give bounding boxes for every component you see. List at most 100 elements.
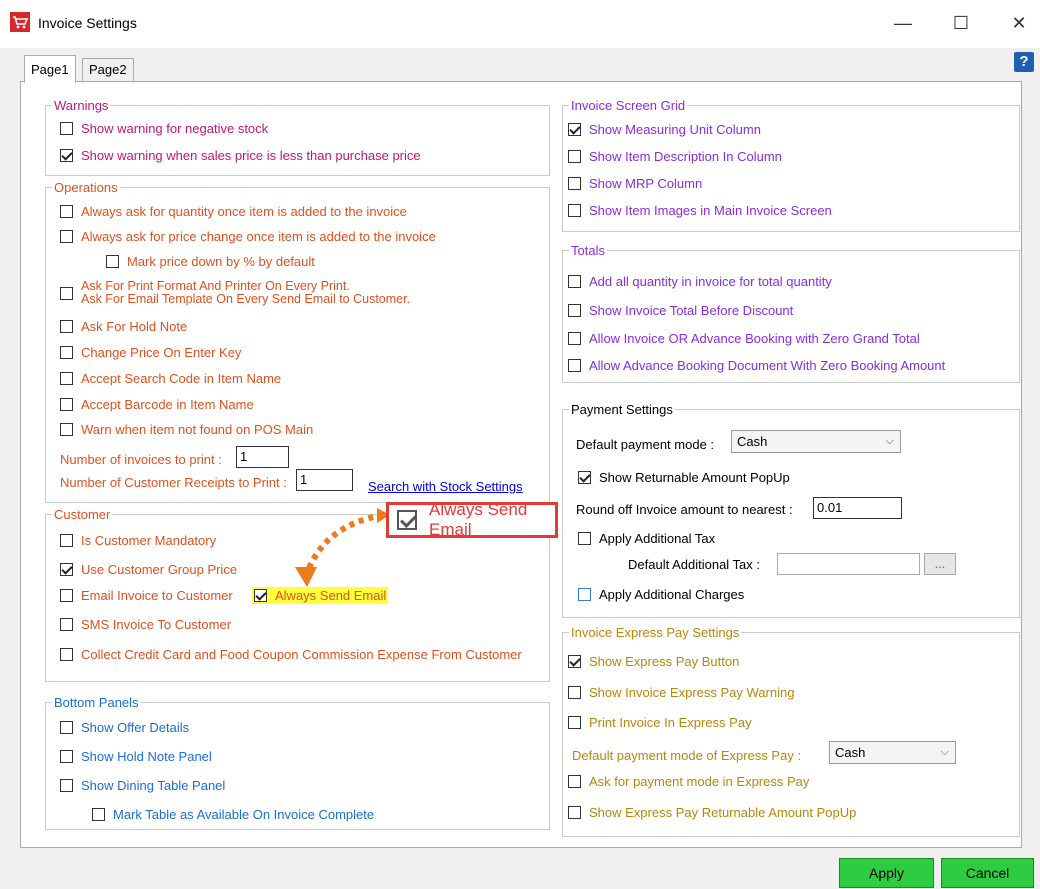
minimize-button[interactable]: — [880, 6, 926, 40]
checkbox[interactable] [60, 286, 73, 300]
express-show-warning[interactable]: Show Invoice Express Pay Warning [568, 685, 794, 700]
tab-page2[interactable]: Page2 [82, 58, 134, 81]
checkbox[interactable] [568, 304, 581, 317]
close-button[interactable]: ✕ [996, 6, 1040, 40]
checkbox[interactable] [568, 806, 581, 819]
checkbox[interactable] [60, 205, 73, 218]
checkbox[interactable] [568, 123, 581, 136]
cust-sms-invoice[interactable]: SMS Invoice To Customer [60, 617, 231, 632]
apply-button[interactable]: Apply [839, 858, 934, 888]
cust-collect-commission[interactable]: Collect Credit Card and Food Coupon Comm… [60, 647, 522, 662]
checkbox[interactable] [60, 122, 73, 135]
checkbox[interactable] [60, 648, 73, 661]
express-show-button[interactable]: Show Express Pay Button [568, 654, 739, 669]
operations-legend: Operations [54, 180, 118, 195]
totals-before-discount[interactable]: Show Invoice Total Before Discount [568, 303, 793, 318]
checkbox[interactable] [568, 177, 581, 190]
cancel-button[interactable]: Cancel [941, 858, 1034, 888]
op-accept-search-code[interactable]: Accept Search Code in Item Name [60, 371, 281, 386]
bp-hold-note[interactable]: Show Hold Note Panel [60, 749, 212, 764]
checkbox[interactable] [578, 532, 591, 545]
op-warn-not-found[interactable]: Warn when item not found on POS Main [60, 422, 313, 437]
checkbox[interactable] [568, 775, 581, 788]
apply-additional-charges[interactable]: Apply Additional Charges [578, 587, 744, 602]
checkbox[interactable] [106, 255, 119, 268]
grid-measuring-unit[interactable]: Show Measuring Unit Column [568, 122, 761, 137]
checkbox[interactable] [568, 655, 581, 668]
totals-add-quantity[interactable]: Add all quantity in invoice for total qu… [568, 274, 832, 289]
apply-additional-tax[interactable]: Apply Additional Tax [578, 531, 715, 546]
num-invoices-input[interactable]: 1 [236, 446, 289, 468]
checkbox[interactable] [568, 686, 581, 699]
num-receipts-input[interactable]: 1 [296, 469, 353, 491]
cart-icon [10, 12, 30, 32]
checkbox[interactable] [60, 589, 73, 602]
checkbox[interactable] [568, 332, 581, 345]
checkbox[interactable] [60, 230, 73, 243]
bottom-panels-legend: Bottom Panels [54, 695, 139, 710]
round-off-input[interactable]: 0.01 [813, 497, 902, 519]
search-stock-settings-link[interactable]: Search with Stock Settings [368, 479, 523, 494]
help-icon[interactable]: ? [1014, 52, 1034, 72]
checkbox[interactable] [60, 721, 73, 734]
round-off-label: Round off Invoice amount to nearest : [576, 502, 793, 517]
show-returnable-popup[interactable]: Show Returnable Amount PopUp [578, 470, 790, 485]
checkbox[interactable] [568, 716, 581, 729]
grid-item-description[interactable]: Show Item Description In Column [568, 149, 782, 164]
checkbox[interactable] [568, 150, 581, 163]
checkbox[interactable] [60, 423, 73, 436]
maximize-button[interactable]: ☐ [938, 6, 984, 40]
checkbox[interactable] [60, 372, 73, 385]
checkbox[interactable] [60, 618, 73, 631]
window-title: Invoice Settings [38, 15, 137, 31]
checkbox[interactable] [254, 589, 267, 602]
checkbox[interactable] [60, 534, 73, 547]
checkbox[interactable] [578, 471, 591, 484]
warnings-legend: Warnings [54, 98, 109, 113]
default-payment-mode-select[interactable]: Cash ⌵ [731, 430, 901, 453]
grid-mrp-column[interactable]: Show MRP Column [568, 176, 702, 191]
bp-mark-table-available[interactable]: Mark Table as Available On Invoice Compl… [92, 807, 374, 822]
checkbox [397, 510, 417, 530]
checkbox[interactable] [568, 204, 581, 217]
bp-dining-table[interactable]: Show Dining Table Panel [60, 778, 225, 793]
checkbox[interactable] [60, 149, 73, 162]
checkbox[interactable] [60, 320, 73, 333]
browse-button[interactable]: ... [924, 553, 956, 575]
express-print-invoice[interactable]: Print Invoice In Express Pay [568, 715, 752, 730]
customer-legend: Customer [54, 507, 111, 522]
bp-offer-details[interactable]: Show Offer Details [60, 720, 189, 735]
checkbox[interactable] [60, 750, 73, 763]
totals-zero-grand-total[interactable]: Allow Invoice OR Advance Booking with Ze… [568, 331, 920, 346]
checkbox[interactable] [92, 808, 105, 821]
op-mark-price-down[interactable]: Mark price down by % by default [106, 254, 315, 269]
checkbox[interactable] [568, 275, 581, 288]
checkbox[interactable] [568, 359, 581, 372]
op-ask-price-change[interactable]: Always ask for price change once item is… [60, 229, 436, 244]
express-ask-payment-mode[interactable]: Ask for payment mode in Express Pay [568, 774, 809, 789]
checkbox[interactable] [578, 588, 591, 601]
express-returnable-popup[interactable]: Show Express Pay Returnable Amount PopUp [568, 805, 856, 820]
cust-group-price[interactable]: Use Customer Group Price [60, 562, 237, 577]
op-ask-print-format[interactable]: Ask For Print Format And Printer On Ever… [60, 280, 410, 306]
express-default-mode-select[interactable]: Cash ⌵ [829, 741, 956, 764]
tab-page1[interactable]: Page1 [24, 55, 76, 83]
chevron-down-icon: ⌵ [940, 746, 949, 758]
warn-sales-price[interactable]: Show warning when sales price is less th… [60, 148, 421, 163]
default-additional-tax-label: Default Additional Tax : [628, 557, 761, 572]
cust-email-invoice[interactable]: Email Invoice to Customer [60, 588, 233, 603]
warn-negative-stock[interactable]: Show warning for negative stock [60, 121, 268, 136]
op-change-price-enter[interactable]: Change Price On Enter Key [60, 345, 241, 360]
checkbox[interactable] [60, 563, 73, 576]
always-send-email-callout: Always Send Email [386, 500, 558, 539]
checkbox[interactable] [60, 398, 73, 411]
op-accept-barcode[interactable]: Accept Barcode in Item Name [60, 397, 254, 412]
grid-item-images[interactable]: Show Item Images in Main Invoice Screen [568, 203, 832, 218]
op-ask-hold-note[interactable]: Ask For Hold Note [60, 319, 187, 334]
checkbox[interactable] [60, 779, 73, 792]
op-ask-quantity[interactable]: Always ask for quantity once item is add… [60, 204, 407, 219]
cust-mandatory[interactable]: Is Customer Mandatory [60, 533, 216, 548]
totals-zero-booking-amount[interactable]: Allow Advance Booking Document With Zero… [568, 358, 945, 373]
checkbox[interactable] [60, 346, 73, 359]
default-additional-tax-input[interactable] [777, 553, 920, 575]
